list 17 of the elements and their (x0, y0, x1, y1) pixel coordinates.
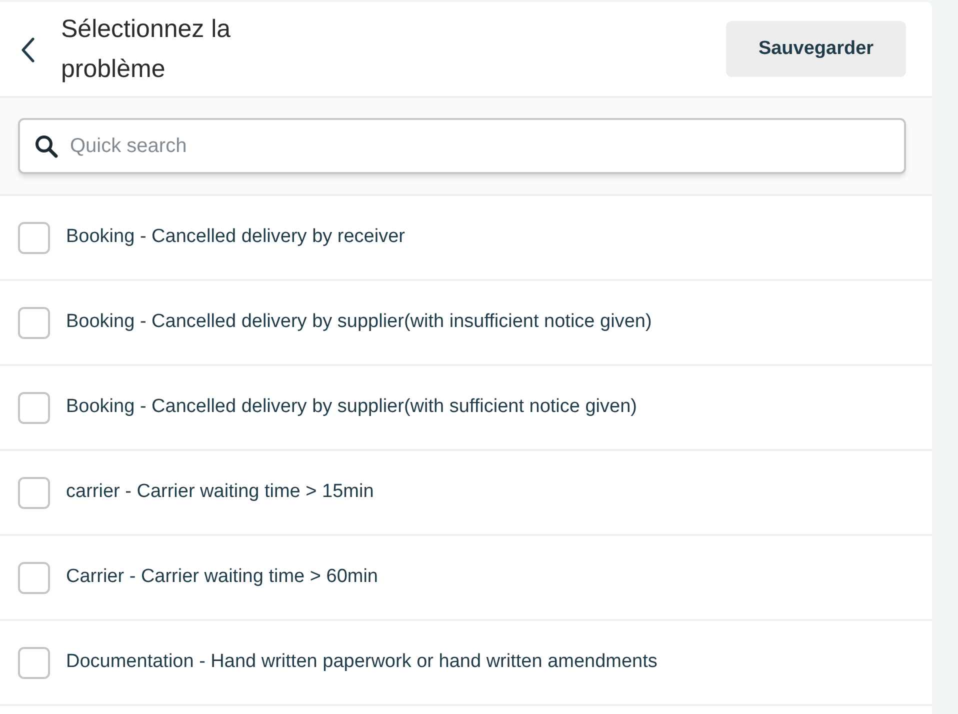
checkbox[interactable] (18, 306, 50, 338)
checkbox[interactable] (18, 562, 50, 594)
checkbox[interactable] (18, 392, 50, 424)
option-label[interactable]: Documentation - Hand written paperwork or hand written amendments (66, 648, 658, 677)
checkbox[interactable] (18, 646, 50, 678)
option-label[interactable]: Booking - Cancelled delivery by supplier(with insufficient notice given) (66, 308, 652, 337)
checkbox[interactable] (18, 476, 50, 508)
search-icon (34, 134, 58, 158)
option-label[interactable]: carrier - Carrier waiting time > 15min (66, 478, 374, 507)
option-label[interactable]: Booking - Cancelled delivery by receiver (66, 223, 405, 252)
checkbox[interactable] (18, 222, 50, 254)
search-field[interactable]: Quick search (18, 118, 906, 174)
option-label[interactable]: Booking - Cancelled delivery by supplier(with sufficient notice given) (66, 393, 637, 422)
option-label[interactable]: Carrier - Carrier waiting time > 60min (66, 563, 378, 592)
back-chevron-icon (21, 37, 35, 63)
save-button[interactable]: Sauvegarder (726, 21, 906, 77)
page-title: Sélectionnez la problème (61, 14, 232, 85)
